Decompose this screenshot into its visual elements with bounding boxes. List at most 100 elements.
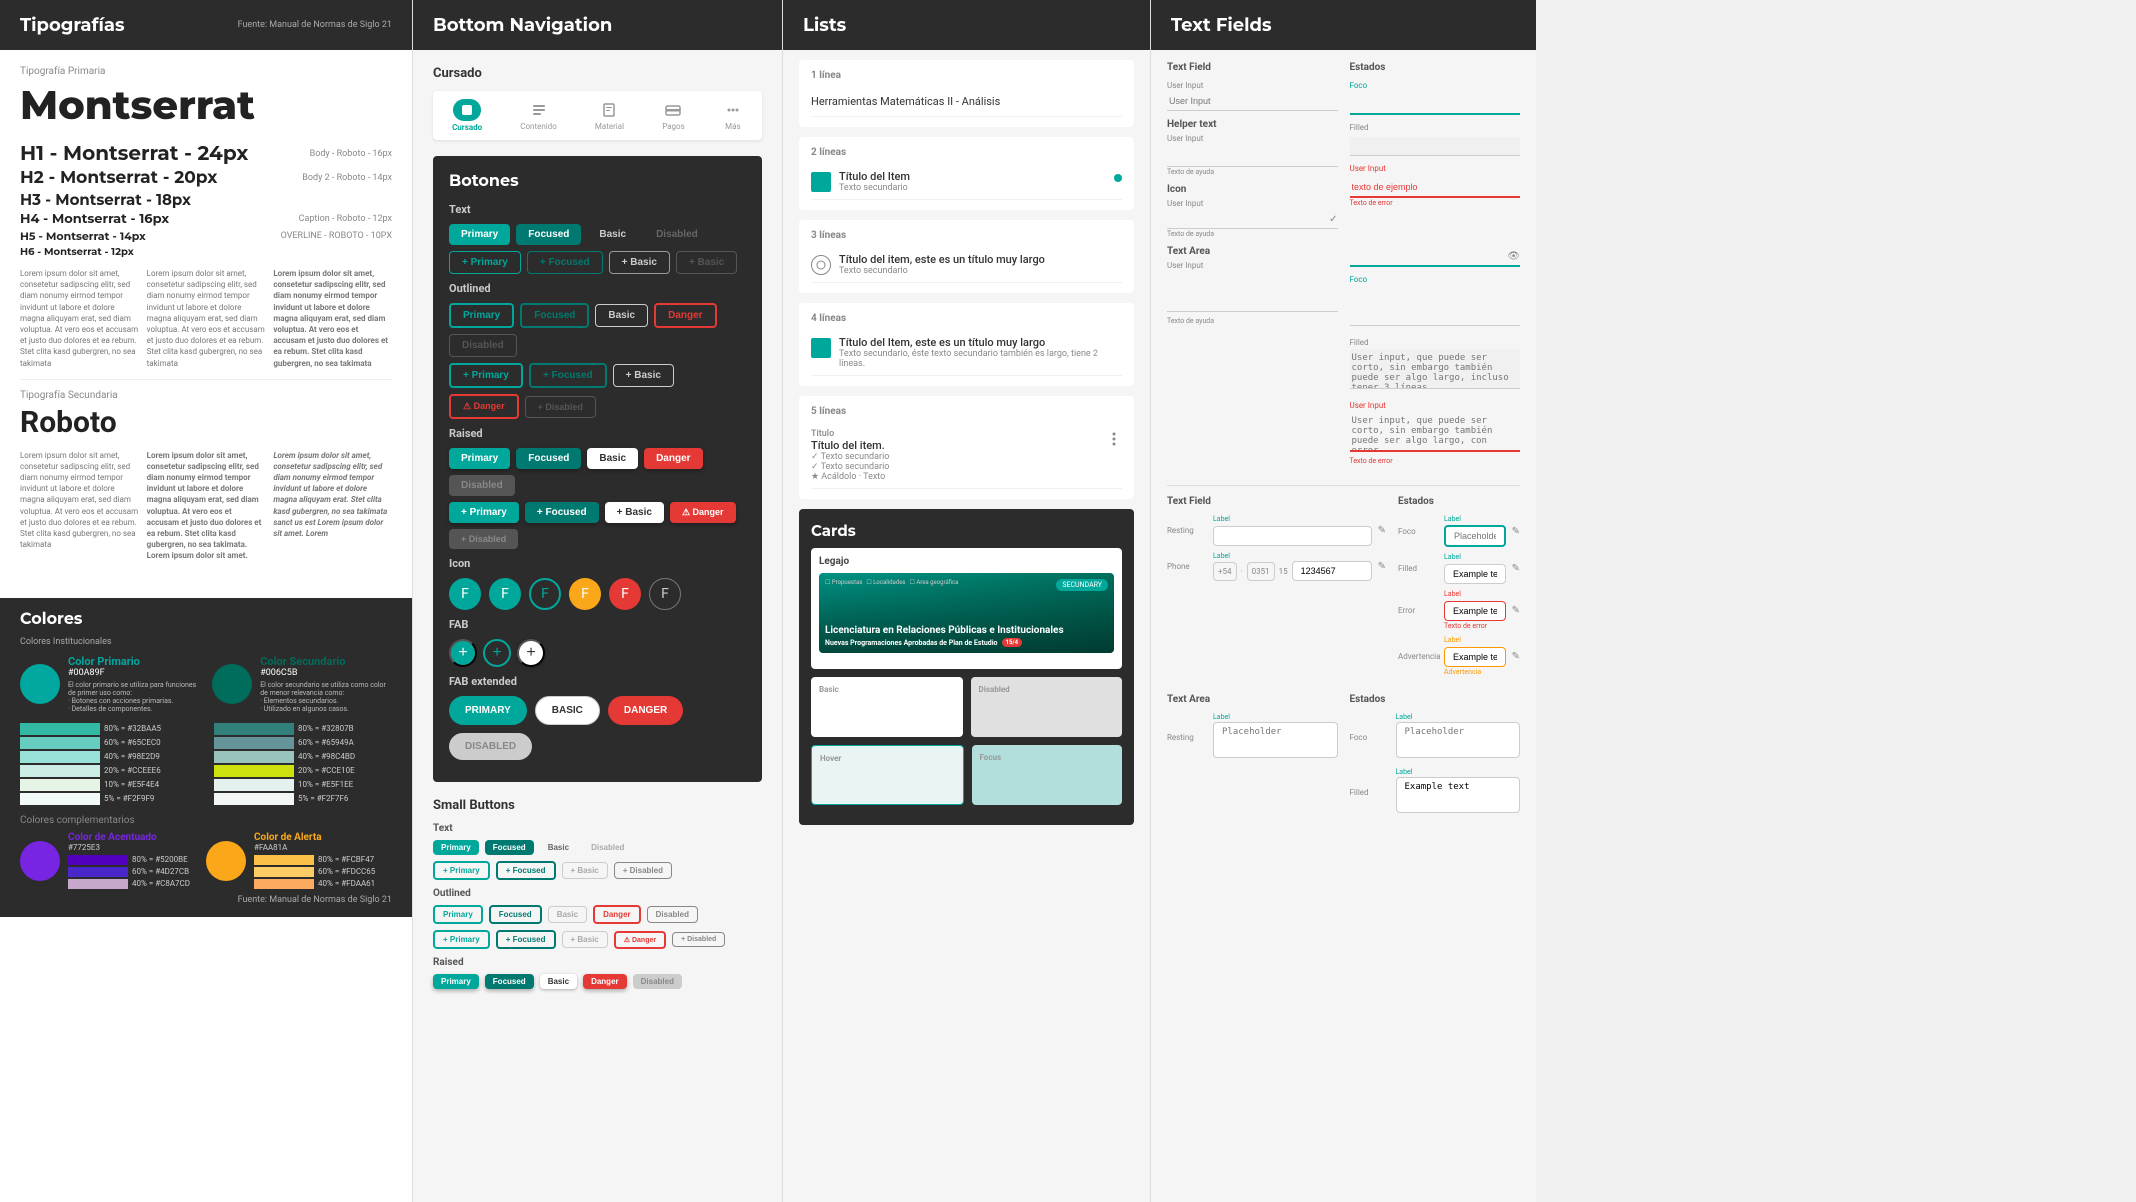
raised-plus-focused-btn[interactable]: + Focused (525, 502, 599, 523)
raised-basic-btn[interactable]: Basic (587, 448, 638, 469)
nav-item-material[interactable]: Material (595, 100, 624, 131)
phone-edit-icon[interactable]: ✎ (1378, 561, 1386, 572)
outlined-basic-btn[interactable]: Basic (595, 304, 648, 327)
list-main-5: Título del item. (811, 439, 1098, 452)
nav-item-pagos[interactable]: Pagos (662, 100, 685, 131)
sm-raised-basic-btn[interactable]: Basic (540, 974, 577, 989)
tf-area-resting-input[interactable] (1213, 722, 1338, 758)
sm-plus-outline-basic-btn[interactable]: + Basic (562, 931, 608, 948)
tf-out-focus-input[interactable] (1444, 525, 1506, 547)
text-basic-btn[interactable]: Basic (587, 224, 638, 245)
tf-area-filled-input[interactable] (1350, 349, 1521, 389)
card-focus[interactable]: Focus (972, 745, 1123, 805)
tf-error-input[interactable] (1350, 178, 1521, 198)
tf-phone-input[interactable] (1292, 561, 1372, 581)
icon-circle-4[interactable]: F (569, 578, 601, 610)
nav-item-mas[interactable]: Más (723, 100, 743, 131)
tf-normal-input[interactable] (1167, 92, 1338, 111)
resting-edit-icon[interactable]: ✎ (1378, 525, 1386, 536)
sm-primary-btn[interactable]: Primary (433, 840, 479, 855)
outlined-focused-btn[interactable]: Focused (520, 303, 589, 328)
tf-area-resting-field-label: Label (1213, 713, 1338, 721)
sm-outline-focused-btn[interactable]: Focused (489, 905, 542, 924)
raised-focused-btn[interactable]: Focused (516, 448, 581, 469)
text-focused-btn[interactable]: Focused (516, 224, 581, 245)
tf-icon-foco-input[interactable] (1350, 247, 1508, 265)
tf-out-filled-input[interactable] (1444, 564, 1506, 584)
icon-circle-3[interactable]: F (529, 578, 561, 610)
card-hover[interactable]: Hover (811, 745, 964, 805)
tf-area-filled-out-input[interactable]: Example text (1396, 777, 1521, 813)
primary-color-hex: #00A89F (68, 668, 196, 678)
error-edit-icon[interactable]: ✎ (1512, 605, 1520, 616)
raised-plus-basic-btn[interactable]: + Basic (605, 502, 664, 523)
sm-plus-focused-btn[interactable]: + Focused (496, 861, 556, 880)
fab-ext-basic-btn[interactable]: BASIC (535, 696, 600, 725)
text-plus-basic-btn[interactable]: + Basic (609, 251, 670, 274)
sm-raised-primary-btn[interactable]: Primary (433, 974, 479, 989)
tf-helper-item: User Input Texto de ayuda (1167, 134, 1338, 176)
tf-area-foco-out-item: Label (1396, 713, 1521, 762)
sm-plus-outline-danger-btn[interactable]: ⚠ Danger (614, 931, 666, 949)
sm-plus-primary-btn[interactable]: + Primary (433, 861, 490, 880)
tf-icon-input[interactable] (1167, 210, 1329, 228)
fab-ext-danger-btn[interactable]: DANGER (608, 696, 683, 725)
raised-plus-primary-btn[interactable]: + Primary (449, 502, 519, 523)
tf-area-foco-out-input[interactable] (1396, 722, 1521, 758)
warning-edit-icon[interactable]: ✎ (1512, 651, 1520, 662)
sm-basic-btn[interactable]: Basic (540, 840, 577, 855)
outlined-plus-danger-btn[interactable]: ⚠ Danger (449, 394, 519, 419)
tf-helper-input[interactable] (1167, 148, 1338, 167)
sm-raised-danger-btn[interactable]: Danger (583, 974, 627, 989)
sm-outline-primary-btn[interactable]: Primary (433, 905, 483, 924)
raised-plus-danger-btn[interactable]: ⚠ Danger (670, 502, 736, 523)
cards-section: Cards Legajo ☐ Propuestas ☐ Localidades … (799, 509, 1134, 825)
sm-focused-btn[interactable]: Focused (485, 840, 534, 855)
fab-outline-btn[interactable]: + (483, 639, 511, 667)
tf-foco-input[interactable] (1350, 95, 1521, 115)
filled-edit-icon[interactable]: ✎ (1512, 563, 1520, 574)
sm-raised-focused-btn[interactable]: Focused (485, 974, 534, 989)
tf-out-warning-input[interactable] (1444, 647, 1506, 667)
tf-area-error-input[interactable] (1350, 412, 1521, 452)
outlined-plus-focused-btn[interactable]: + Focused (529, 363, 607, 388)
list-menu-icon[interactable] (1106, 431, 1122, 447)
sm-plus-outline-focused-btn[interactable]: + Focused (496, 930, 556, 949)
nav-item-contenido[interactable]: Contenido (520, 100, 556, 131)
nav-item-cursado[interactable]: Cursado (452, 99, 482, 132)
text-primary-btn[interactable]: Primary (449, 224, 510, 245)
tipografias-title: Tipografías (20, 14, 125, 36)
sm-outline-danger-btn[interactable]: Danger (593, 905, 641, 924)
outlined-primary-btn[interactable]: Primary (449, 303, 514, 328)
sm-plus-basic-btn[interactable]: + Basic (562, 862, 608, 879)
icon-circle-6[interactable]: F (649, 578, 681, 610)
colores-inst-label: Colores Institucionales (20, 637, 392, 647)
icon-circle-2[interactable]: F (489, 578, 521, 610)
sm-outline-basic-btn[interactable]: Basic (548, 906, 587, 923)
focus-edit-icon[interactable]: ✎ (1512, 526, 1520, 537)
tf-area-foco-input[interactable] (1350, 286, 1521, 326)
raised-danger-btn[interactable]: Danger (644, 448, 702, 469)
text-plus-primary-btn[interactable]: + Primary (449, 251, 521, 274)
fab-primary-btn[interactable]: + (449, 639, 477, 667)
fab-ext-label: FAB extended (449, 675, 746, 688)
sm-plus-outline-primary-btn[interactable]: + Primary (433, 930, 490, 949)
tf-out-error-input[interactable] (1444, 601, 1506, 621)
fab-white-btn[interactable]: + (517, 639, 545, 667)
raised-primary-btn[interactable]: Primary (449, 448, 510, 469)
icon-circle-1[interactable]: F (449, 578, 481, 610)
outlined-danger-btn[interactable]: Danger (654, 303, 716, 328)
card-basic[interactable]: Basic (811, 677, 963, 737)
tf-out-error-field-label: Label (1444, 590, 1506, 598)
tf-area-input[interactable] (1167, 272, 1338, 312)
list-item-4: Título del Item, este es un título muy l… (811, 330, 1122, 376)
small-text-label: Text (433, 823, 762, 834)
tf-filled-input[interactable] (1350, 137, 1521, 156)
tf-resting-input[interactable] (1213, 526, 1372, 546)
outlined-plus-primary-btn[interactable]: + Primary (449, 363, 523, 388)
fab-ext-primary-btn[interactable]: PRIMARY (449, 696, 527, 725)
icon-circle-5[interactable]: F (609, 578, 641, 610)
text-plus-focused-btn[interactable]: + Focused (527, 251, 603, 274)
alert-info: Color de Alerta #FAA81A 80% = #FCBF47 60… (254, 832, 375, 891)
outlined-plus-basic-btn[interactable]: + Basic (613, 364, 674, 387)
